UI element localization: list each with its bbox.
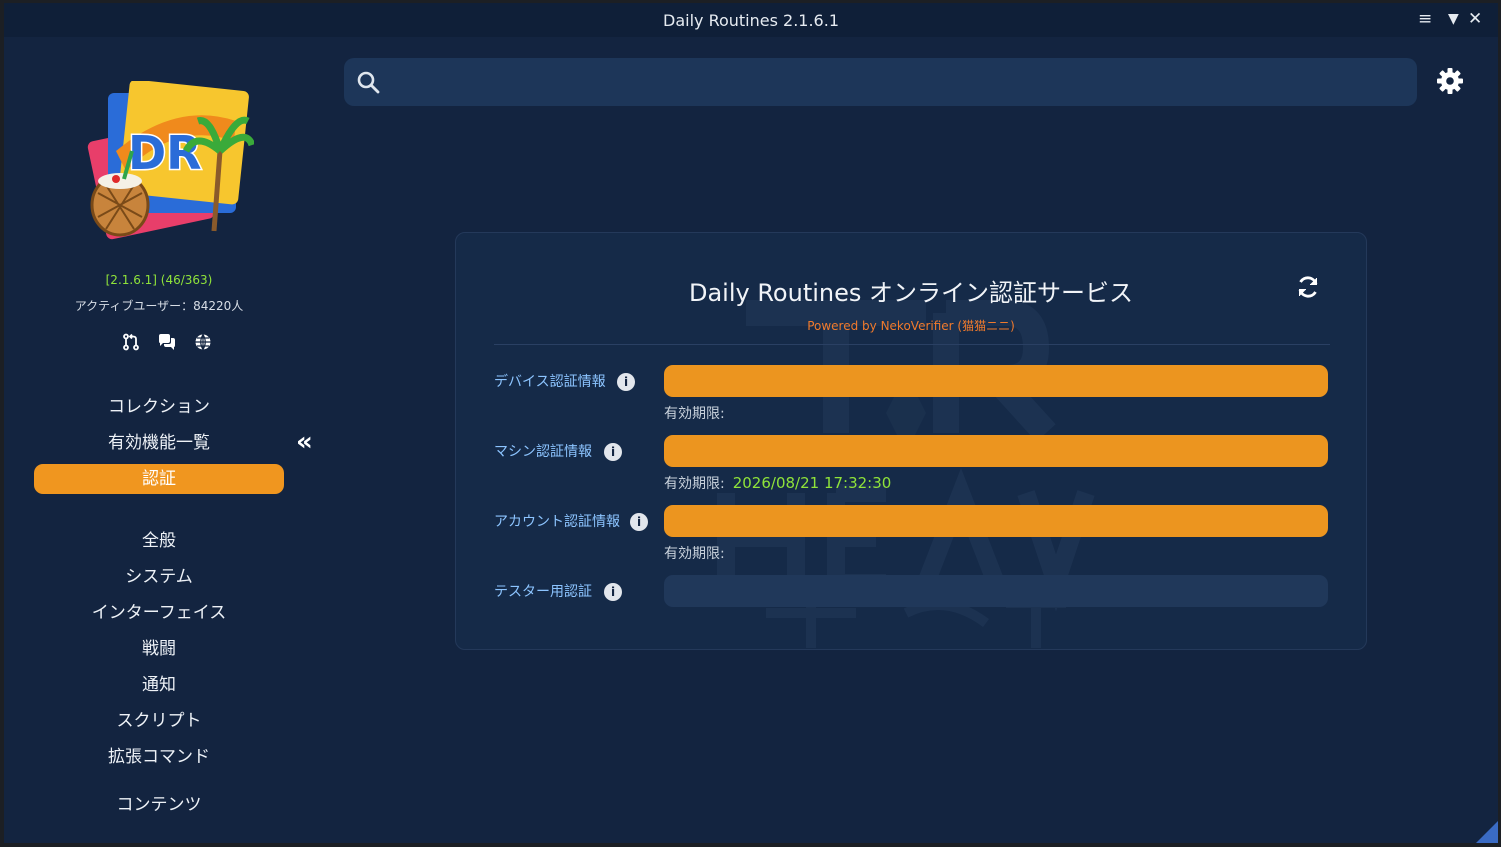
nav-item-script[interactable]: スクリプト [34,706,284,736]
tester-auth-field[interactable] [664,575,1328,607]
search-icon [357,71,380,94]
tester-auth-label: テスター用認証 [494,584,592,600]
app-window: Daily Routines 2.1.6.1 ≡ ▼ ✕ DR [2.1.6.1… [4,3,1498,843]
account-auth-expiry: 有効期限: [664,543,733,563]
nav-item-collection[interactable]: コレクション [34,392,284,422]
window-title: Daily Routines 2.1.6.1 [663,11,839,30]
search-input[interactable] [392,66,1406,100]
app-logo: DR [87,81,254,240]
sidebar: DR [2.1.6.1] (46/363) アクティブユーザー：84220人 コ… [4,37,324,843]
menu-icon[interactable]: ≡ [1418,9,1432,29]
account-auth-field[interactable] [664,505,1328,537]
powered-by-text: Powered by NekoVerifier (猫猫ニニ) [807,319,1015,333]
device-auth-expiry: 有効期限: [664,403,733,423]
globe-icon[interactable] [194,333,212,351]
nav-item-combat[interactable]: 戦闘 [34,634,284,664]
panel-title: Daily Routines オンライン認証サービス [688,279,1134,307]
nav-item-contents[interactable]: コンテンツ [34,790,284,820]
expiry-label: 有効期限: [664,476,725,492]
machine-auth-label: マシン認証情報 [494,444,592,460]
device-auth-label: デバイス認証情報 [494,374,606,390]
header-divider [494,344,1330,345]
resize-grip-icon[interactable] [1476,821,1498,843]
refresh-icon[interactable] [1296,275,1320,299]
device-auth-info-icon[interactable]: i [617,373,635,391]
nav-item-general[interactable]: 全般 [34,526,284,556]
expiry-label: 有効期限: [664,406,725,422]
active-users-count: アクティブユーザー：84220人 [74,299,244,313]
nav-item-notification[interactable]: 通知 [34,670,284,700]
nav-item-extended-commands[interactable]: 拡張コマンド [34,742,284,772]
minimize-button[interactable]: ▼ [1448,11,1459,27]
authentication-panel: Daily Routines オンライン認証サービス Powered by Ne… [455,232,1367,650]
nav-item-system[interactable]: システム [34,562,284,592]
chat-icon[interactable] [158,333,176,351]
version-info: [2.1.6.1] (46/363) [105,273,213,287]
account-auth-info-icon[interactable]: i [630,513,648,531]
nav-item-interface[interactable]: インターフェイス [34,598,284,628]
tester-auth-info-icon[interactable]: i [604,583,622,601]
machine-auth-info-icon[interactable]: i [604,443,622,461]
collapse-sidebar-icon[interactable]: « [296,427,313,457]
sidebar-icon-row [122,333,212,351]
title-bar: Daily Routines 2.1.6.1 ≡ ▼ ✕ [4,3,1498,37]
close-button[interactable]: ✕ [1468,9,1482,29]
account-auth-label: アカウント認証情報 [494,514,620,530]
settings-gear-icon[interactable] [1436,67,1464,95]
machine-auth-field[interactable] [664,435,1328,467]
search-bar[interactable] [344,58,1417,106]
expiry-label: 有効期限: [664,546,725,562]
svg-text:DR: DR [128,126,202,180]
device-auth-field[interactable] [664,365,1328,397]
machine-auth-expiry: 有効期限: 2026/08/21 17:32:30 [664,473,891,493]
nav-item-enabled-features[interactable]: 有効機能一覧 [34,428,284,458]
expiry-value: 2026/08/21 17:32:30 [732,474,892,492]
git-pull-request-icon[interactable] [122,333,140,351]
nav-item-authentication[interactable]: 認証 [34,464,284,494]
